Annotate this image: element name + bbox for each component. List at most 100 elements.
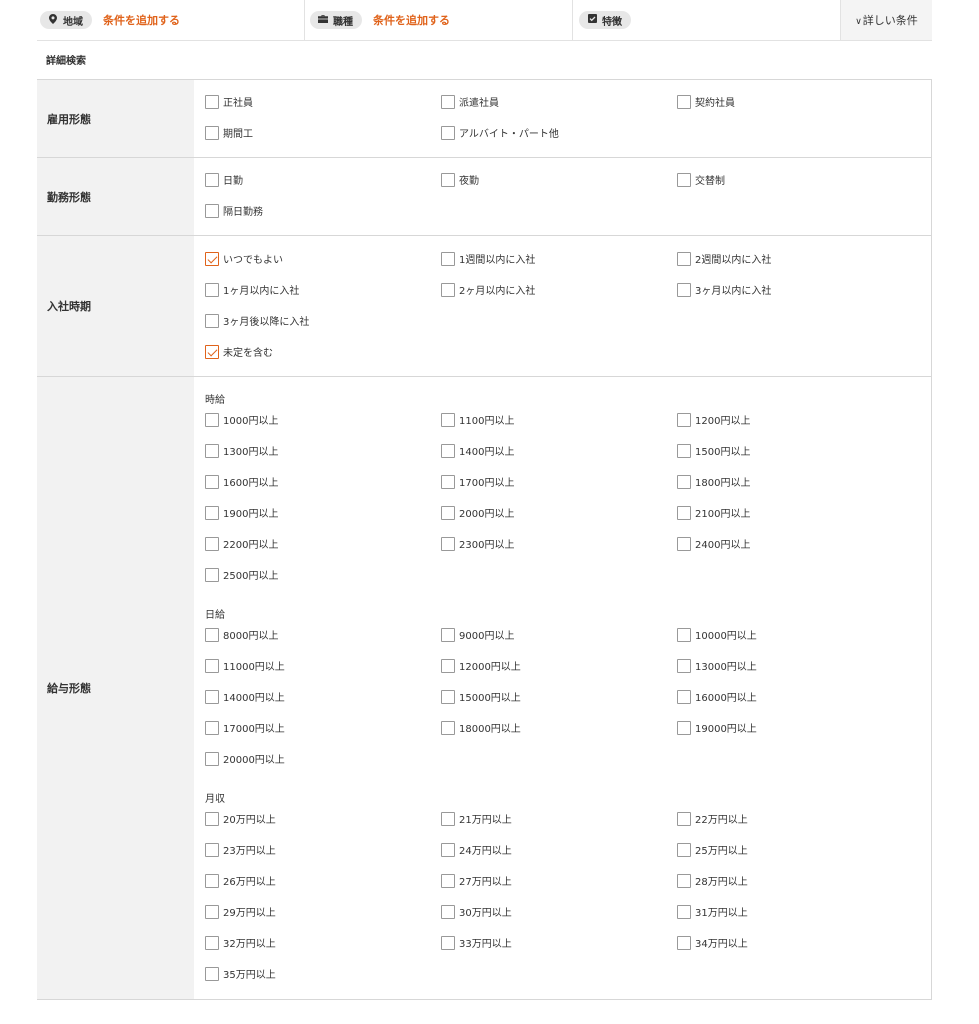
checkbox-option[interactable]: 未定を含む (205, 342, 441, 373)
checkbox[interactable] (205, 811, 219, 826)
checkbox[interactable] (205, 172, 219, 187)
checkbox[interactable] (677, 505, 691, 520)
checkbox[interactable] (205, 751, 219, 766)
checkbox-checked[interactable] (205, 251, 219, 266)
checkbox[interactable] (677, 412, 691, 427)
checkbox-option[interactable]: 18000円以上 (441, 718, 677, 749)
checkbox-option[interactable]: 期間工 (205, 123, 441, 154)
checkbox[interactable] (205, 474, 219, 489)
checkbox[interactable] (677, 811, 691, 826)
checkbox-option[interactable]: 8000円以上 (205, 625, 441, 656)
checkbox[interactable] (441, 536, 455, 551)
checkbox-option[interactable]: 1100円以上 (441, 410, 677, 441)
checkbox-option[interactable]: 26万円以上 (205, 871, 441, 902)
checkbox-option[interactable]: 24万円以上 (441, 840, 677, 871)
checkbox[interactable] (205, 627, 219, 642)
checkbox[interactable] (677, 172, 691, 187)
checkbox[interactable] (205, 904, 219, 919)
checkbox[interactable] (205, 536, 219, 551)
checkbox-option[interactable]: 35万円以上 (205, 964, 441, 995)
checkbox[interactable] (441, 282, 455, 297)
checkbox-option[interactable]: 11000円以上 (205, 656, 441, 687)
checkbox[interactable] (677, 842, 691, 857)
checkbox[interactable] (205, 935, 219, 950)
checkbox-option[interactable]: 15000円以上 (441, 687, 677, 718)
checkbox[interactable] (441, 251, 455, 266)
checkbox[interactable] (677, 474, 691, 489)
checkbox-option[interactable]: 2500円以上 (205, 565, 441, 596)
checkbox-option[interactable]: 2100円以上 (677, 503, 913, 534)
checkbox[interactable] (677, 658, 691, 673)
checkbox-option[interactable]: 22万円以上 (677, 809, 913, 840)
checkbox-option[interactable]: 1ヶ月以内に入社 (205, 280, 441, 311)
region-add-link[interactable]: 条件を追加する (103, 12, 180, 28)
checkbox[interactable] (205, 567, 219, 582)
checkbox-option[interactable]: 27万円以上 (441, 871, 677, 902)
checkbox[interactable] (205, 966, 219, 981)
checkbox-option[interactable]: 2ヶ月以内に入社 (441, 280, 677, 311)
checkbox[interactable] (205, 873, 219, 888)
checkbox[interactable] (205, 125, 219, 140)
checkbox-option[interactable]: 3ヶ月以内に入社 (677, 280, 913, 311)
checkbox-option[interactable]: 2週間以内に入社 (677, 249, 913, 280)
checkbox-option[interactable]: 19000円以上 (677, 718, 913, 749)
checkbox[interactable] (205, 720, 219, 735)
checkbox[interactable] (441, 842, 455, 857)
checkbox[interactable] (441, 935, 455, 950)
checkbox-option[interactable]: 28万円以上 (677, 871, 913, 902)
checkbox[interactable] (205, 203, 219, 218)
checkbox[interactable] (205, 658, 219, 673)
checkbox-option[interactable]: 1800円以上 (677, 472, 913, 503)
checkbox-option[interactable]: 20000円以上 (205, 749, 441, 780)
checkbox-option[interactable]: 13000円以上 (677, 656, 913, 687)
checkbox-option[interactable]: 33万円以上 (441, 933, 677, 964)
checkbox[interactable] (441, 873, 455, 888)
checkbox-option[interactable]: アルバイト・パート他 (441, 123, 677, 154)
checkbox-option[interactable]: 29万円以上 (205, 902, 441, 933)
checkbox[interactable] (441, 412, 455, 427)
checkbox[interactable] (677, 904, 691, 919)
checkbox-option[interactable]: 1500円以上 (677, 441, 913, 472)
job-condition[interactable]: 職種 条件を追加する (304, 0, 572, 40)
checkbox[interactable] (205, 443, 219, 458)
checkbox[interactable] (677, 689, 691, 704)
checkbox-option[interactable]: 25万円以上 (677, 840, 913, 871)
checkbox-option[interactable]: 夜勤 (441, 170, 677, 201)
checkbox[interactable] (677, 282, 691, 297)
job-add-link[interactable]: 条件を追加する (373, 12, 450, 28)
checkbox-option[interactable]: 17000円以上 (205, 718, 441, 749)
checkbox-option[interactable]: 34万円以上 (677, 933, 913, 964)
checkbox-option[interactable]: 31万円以上 (677, 902, 913, 933)
checkbox-option[interactable]: 1600円以上 (205, 472, 441, 503)
checkbox[interactable] (677, 935, 691, 950)
checkbox-option[interactable]: 2400円以上 (677, 534, 913, 565)
checkbox-option[interactable]: 21万円以上 (441, 809, 677, 840)
checkbox-option[interactable]: 派遣社員 (441, 92, 677, 123)
checkbox[interactable] (677, 873, 691, 888)
checkbox-option[interactable]: 1000円以上 (205, 410, 441, 441)
checkbox[interactable] (677, 94, 691, 109)
checkbox[interactable] (441, 505, 455, 520)
checkbox-option[interactable]: 2300円以上 (441, 534, 677, 565)
checkbox[interactable] (441, 720, 455, 735)
checkbox[interactable] (205, 313, 219, 328)
checkbox-option[interactable]: 2000円以上 (441, 503, 677, 534)
checkbox-option[interactable]: 日勤 (205, 170, 441, 201)
more-conditions-toggle[interactable]: ∨詳しい条件 (840, 0, 932, 40)
checkbox[interactable] (677, 720, 691, 735)
checkbox-option[interactable]: 30万円以上 (441, 902, 677, 933)
checkbox-option[interactable]: 正社員 (205, 92, 441, 123)
checkbox[interactable] (205, 282, 219, 297)
checkbox[interactable] (441, 125, 455, 140)
checkbox-option[interactable]: 契約社員 (677, 92, 913, 123)
checkbox-option[interactable]: いつでもよい (205, 249, 441, 280)
checkbox[interactable] (677, 627, 691, 642)
checkbox[interactable] (441, 172, 455, 187)
checkbox[interactable] (677, 443, 691, 458)
checkbox-option[interactable]: 16000円以上 (677, 687, 913, 718)
checkbox[interactable] (441, 443, 455, 458)
checkbox-option[interactable]: 10000円以上 (677, 625, 913, 656)
checkbox[interactable] (441, 474, 455, 489)
checkbox-option[interactable]: 2200円以上 (205, 534, 441, 565)
checkbox-option[interactable]: 14000円以上 (205, 687, 441, 718)
